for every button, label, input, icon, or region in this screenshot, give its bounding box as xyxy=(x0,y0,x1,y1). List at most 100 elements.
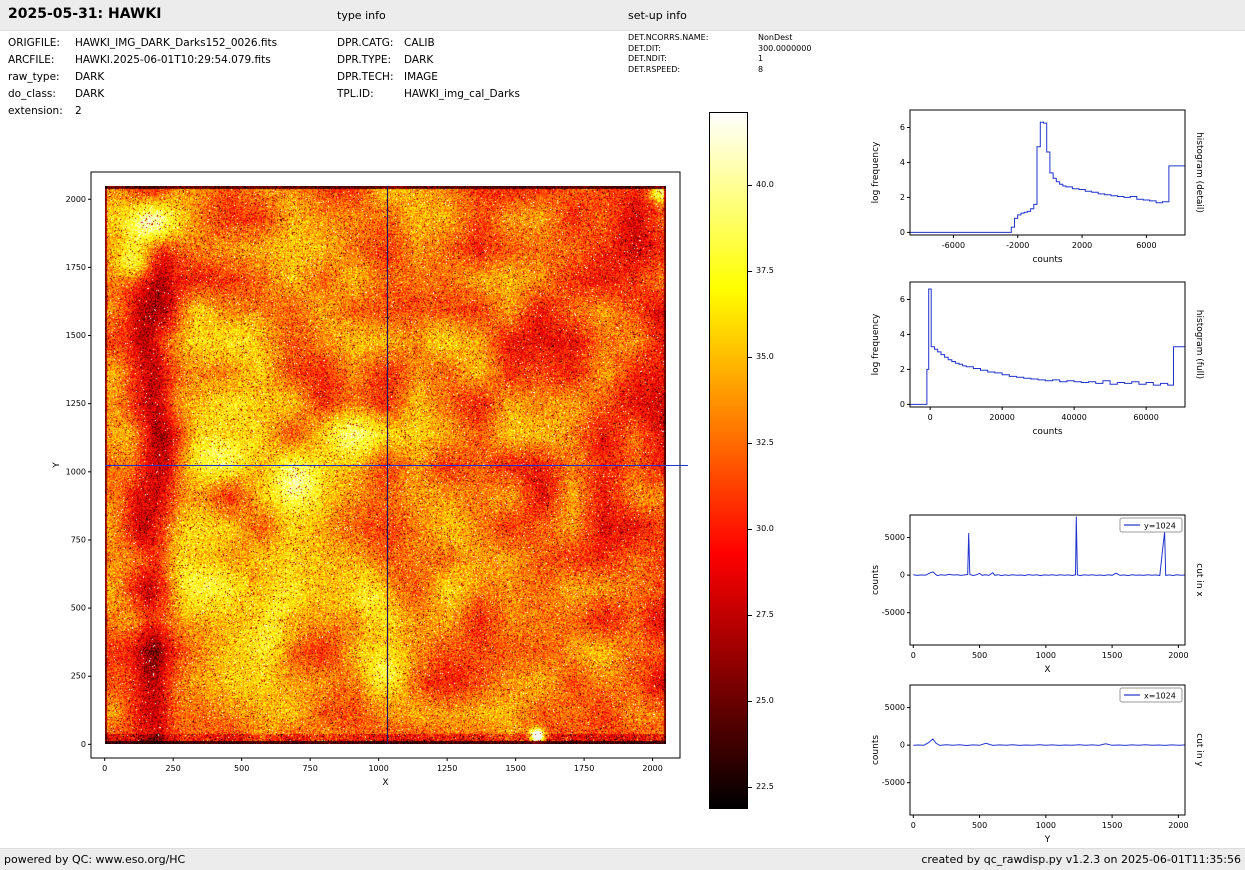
svg-text:6: 6 xyxy=(900,295,905,304)
colorbar-tick-mark xyxy=(748,700,752,702)
page-title: 2025-05-31: HAWKI xyxy=(8,6,162,22)
svg-text:-6000: -6000 xyxy=(942,241,965,250)
metadata-value: NonDest xyxy=(758,33,793,42)
footer-bar: powered by QC: www.eso.org/HC created by… xyxy=(0,848,1245,870)
svg-text:1250: 1250 xyxy=(437,764,457,773)
svg-text:0: 0 xyxy=(102,764,107,773)
type-info-block: DPR.CATG: CALIB DPR.TYPE: DARK DPR.TECH: IMAG… xyxy=(337,35,520,103)
svg-text:6000: 6000 xyxy=(1136,241,1156,250)
metadata-value: IMAGE xyxy=(404,71,438,83)
svg-text:1500: 1500 xyxy=(66,331,86,340)
setup-info-block: DET.NCORRS.NAME: NonDest DET.DIT: 300.00000… xyxy=(628,33,811,75)
svg-text:counts: counts xyxy=(1032,255,1062,265)
colorbar-tick-label: 22.5 xyxy=(756,782,774,792)
metadata-label: DPR.TECH: xyxy=(337,71,394,83)
histogram-detail-plot: -6000 -2000 2000 6000 0 2 4 6 counts log frequenc… xyxy=(871,109,1204,265)
type-info-heading: type info xyxy=(337,9,386,22)
svg-text:500: 500 xyxy=(972,821,987,830)
svg-text:500: 500 xyxy=(234,764,249,773)
svg-text:6: 6 xyxy=(900,123,905,132)
svg-text:2000: 2000 xyxy=(1168,821,1188,830)
metadata-row: ARCFILE: HAWKI.2025-06-01T10:29:54.079.fi… xyxy=(8,52,277,69)
metadata-row: extension: 2 xyxy=(8,103,277,120)
svg-text:0: 0 xyxy=(81,740,86,749)
metadata-value: HAWKI_img_cal_Darks xyxy=(404,88,520,100)
colorbar-tick-mark xyxy=(748,356,752,358)
setup-info-heading: set-up info xyxy=(628,9,687,22)
svg-text:2000: 2000 xyxy=(1168,651,1188,660)
svg-text:counts: counts xyxy=(871,565,881,595)
metadata-value: 2 xyxy=(75,105,82,117)
metadata-row: DPR.CATG: CALIB xyxy=(337,35,520,52)
colorbar-tick-label: 37.5 xyxy=(756,266,774,276)
metadata-row: do_class: DARK xyxy=(8,86,277,103)
metadata-label: extension: xyxy=(8,105,63,117)
svg-text:0: 0 xyxy=(900,400,905,409)
metadata-label: DET.DIT: xyxy=(628,43,661,53)
metadata-row: DPR.TECH: IMAGE xyxy=(337,69,520,86)
svg-text:4: 4 xyxy=(900,158,905,167)
svg-text:500: 500 xyxy=(972,651,987,660)
svg-text:4: 4 xyxy=(900,330,905,339)
metadata-label: DET.NCORRS.NAME: xyxy=(628,33,709,42)
file-metadata-block: ORIGFILE: HAWKI_IMG_DARK_Darks152_0026.fi… xyxy=(8,35,277,120)
metadata-value: HAWKI.2025-06-01T10:29:54.079.fits xyxy=(75,54,271,66)
svg-text:250: 250 xyxy=(166,764,181,773)
metadata-value: HAWKI_IMG_DARK_Darks152_0026.fits xyxy=(75,37,278,49)
svg-text:Y: Y xyxy=(1044,835,1051,845)
metadata-value: DARK xyxy=(75,88,105,100)
colorbar-tick-label: 30.0 xyxy=(756,524,774,534)
svg-text:250: 250 xyxy=(71,672,86,681)
svg-text:Y: Y xyxy=(52,462,62,469)
colorbar-tick-mark xyxy=(748,528,752,530)
svg-text:750: 750 xyxy=(71,535,86,544)
svg-text:1000: 1000 xyxy=(66,467,86,476)
colorbar-tick-mark xyxy=(748,184,752,186)
svg-text:1500: 1500 xyxy=(505,764,525,773)
metadata-label: raw_type: xyxy=(8,71,60,83)
svg-text:2000: 2000 xyxy=(1072,241,1092,250)
colorbar-tick-mark xyxy=(748,614,752,616)
colorbar-tick-label: 35.0 xyxy=(756,352,774,362)
metadata-row: DET.DIT: 300.0000000 xyxy=(628,44,811,55)
svg-text:y=1024: y=1024 xyxy=(1144,522,1176,531)
horizontal-cut-crosshair xyxy=(105,465,688,466)
svg-text:1750: 1750 xyxy=(574,764,594,773)
svg-text:X: X xyxy=(1044,665,1050,675)
qc-report-page: 2025-05-31: HAWKI type info set-up info … xyxy=(0,0,1245,870)
svg-text:counts: counts xyxy=(871,735,881,765)
metadata-label: DPR.CATG: xyxy=(337,37,394,49)
metadata-row: DPR.TYPE: DARK xyxy=(337,52,520,69)
svg-text:counts: counts xyxy=(1032,427,1062,437)
svg-text:500: 500 xyxy=(71,604,86,613)
metadata-label: ARCFILE: xyxy=(8,54,55,66)
svg-text:cut in x: cut in x xyxy=(1194,563,1204,597)
header-bar: 2025-05-31: HAWKI type info set-up info xyxy=(0,0,1245,31)
svg-text:0: 0 xyxy=(928,413,933,422)
colorbar-tick-mark xyxy=(748,786,752,788)
svg-text:2: 2 xyxy=(900,193,905,202)
colorbar-tick-mark xyxy=(748,270,752,272)
svg-text:-5000: -5000 xyxy=(882,608,905,617)
svg-text:-2000: -2000 xyxy=(1006,241,1029,250)
colorbar-tick-label: 40.0 xyxy=(756,180,774,190)
svg-text:750: 750 xyxy=(303,764,318,773)
svg-text:0: 0 xyxy=(900,741,905,750)
svg-text:-5000: -5000 xyxy=(882,778,905,787)
main-image-axes: 0 250 500 750 1000 1250 1500 1750 2000 0 250 500 750… xyxy=(52,171,681,788)
svg-text:0: 0 xyxy=(911,821,916,830)
metadata-row: DET.RSPEED: 8 xyxy=(628,65,811,76)
metadata-label: TPL.ID: xyxy=(337,88,374,100)
svg-text:histogram (detail): histogram (detail) xyxy=(1194,132,1204,213)
colorbar-tick-mark xyxy=(748,442,752,444)
svg-text:1250: 1250 xyxy=(66,399,86,408)
colorbar-tick-label: 32.5 xyxy=(756,438,774,448)
svg-text:0: 0 xyxy=(911,651,916,660)
vertical-cut-crosshair xyxy=(387,186,388,744)
metadata-label: DET.RSPEED: xyxy=(628,64,681,74)
colorbar-tick-label: 25.0 xyxy=(756,696,774,706)
metadata-value: DARK xyxy=(404,54,434,66)
cut-in-x-plot: 0 500 1000 1500 2000 5000 0 -5000 Xcounts cut in … xyxy=(871,514,1204,675)
colorbar-ticks: 22.5 25.0 27.5 30.0 32.5 35.0 37.5 40.0 xyxy=(748,113,808,808)
metadata-row: ORIGFILE: HAWKI_IMG_DARK_Darks152_0026.fi… xyxy=(8,35,277,52)
